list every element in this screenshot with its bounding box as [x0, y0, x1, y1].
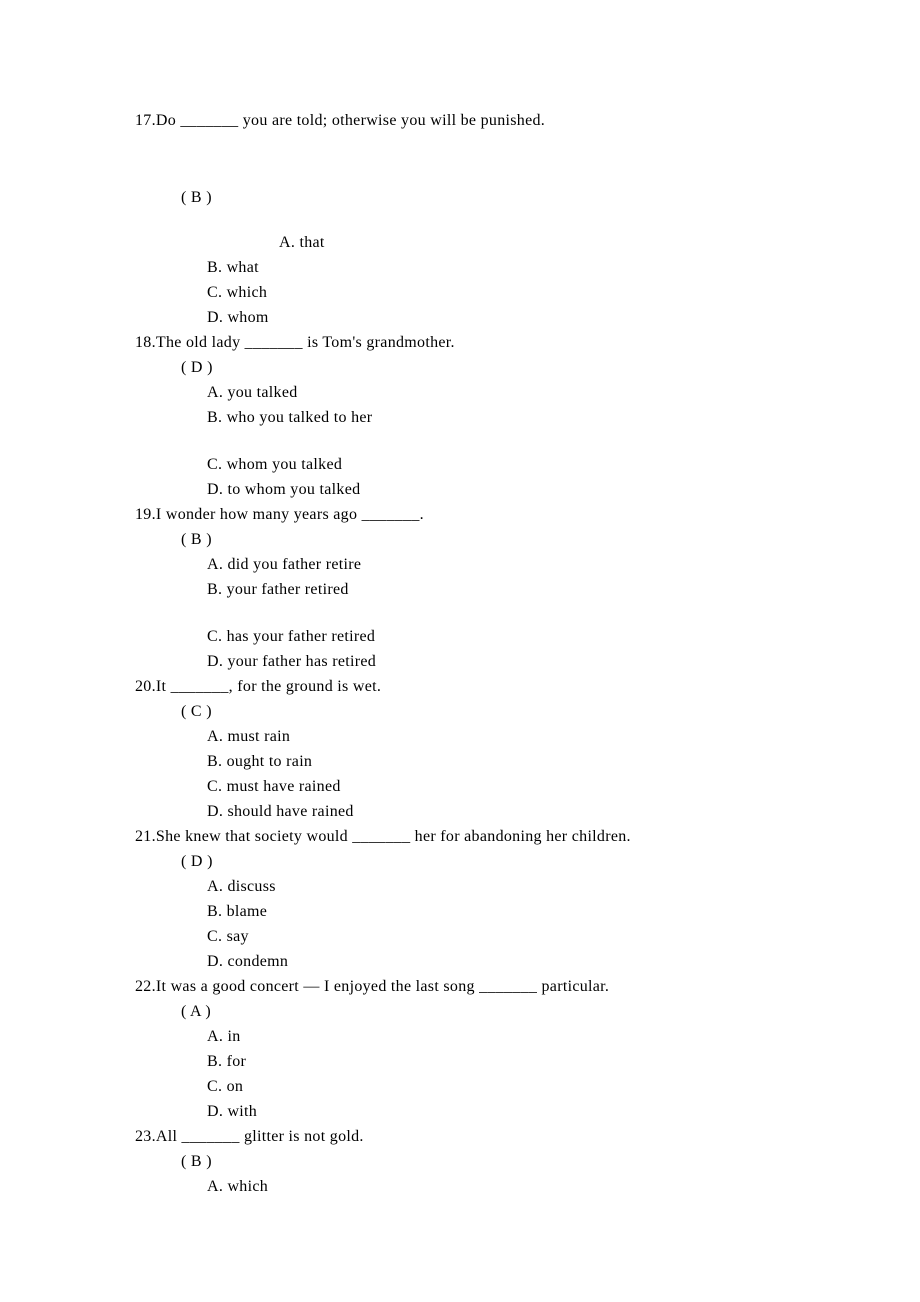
question-19-option-c: C. has your father retired	[207, 624, 785, 649]
question-22-text: 22.It was a good concert — I enjoyed the…	[135, 974, 785, 999]
question-22-option-b: B. for	[207, 1049, 785, 1074]
question-21-option-a: A. discuss	[207, 874, 785, 899]
question-21-answer: ( D )	[181, 849, 785, 874]
question-19-options: A. did you father retire B. your father …	[207, 552, 785, 674]
question-17-option-d: D. whom	[207, 305, 785, 330]
question-23-option-a: A. which	[207, 1174, 785, 1199]
question-17-text: 17.Do _______ you are told; otherwise yo…	[135, 108, 785, 133]
question-19-answer: ( B )	[181, 527, 785, 552]
question-17-option-c: C. which	[207, 280, 785, 305]
question-17-option-b: B. what	[207, 255, 785, 280]
question-19-num: 19.	[135, 506, 156, 523]
question-23-text: 23.All _______ glitter is not gold.	[135, 1124, 785, 1149]
question-17-answer: ( B )	[181, 185, 785, 210]
question-20-answer: ( C )	[181, 699, 785, 724]
question-19-option-d: D. your father has retired	[207, 649, 785, 674]
question-20-num: 20.	[135, 678, 156, 695]
question-19-text: 19.I wonder how many years ago _______.	[135, 502, 785, 527]
question-22-option-c: C. on	[207, 1074, 785, 1099]
question-20-option-c: C. must have rained	[207, 774, 785, 799]
question-19-option-a: A. did you father retire	[207, 552, 785, 577]
question-17-options: A. that B. what C. which D. whom	[207, 230, 785, 330]
question-21-option-b: B. blame	[207, 899, 785, 924]
question-18-option-d: D. to whom you talked	[207, 477, 785, 502]
question-22-option-d: D. with	[207, 1099, 785, 1124]
question-21-text: 21.She knew that society would _______ h…	[135, 824, 785, 849]
question-20-option-d: D. should have rained	[207, 799, 785, 824]
question-21-options: A. discuss B. blame C. say D. condemn	[207, 874, 785, 974]
question-17-num: 17.	[135, 112, 156, 129]
question-20-option-b: B. ought to rain	[207, 749, 785, 774]
question-20-options: A. must rain B. ought to rain C. must ha…	[207, 724, 785, 824]
question-21-option-d: D. condemn	[207, 949, 785, 974]
question-18-num: 18.	[135, 334, 156, 351]
question-23-options: A. which	[207, 1174, 785, 1199]
question-18-answer: ( D )	[181, 355, 785, 380]
question-18-option-a: A. you talked	[207, 380, 785, 405]
question-18-text: 18.The old lady _______ is Tom's grandmo…	[135, 330, 785, 355]
question-20-option-a: A. must rain	[207, 724, 785, 749]
question-21-num: 21.	[135, 828, 156, 845]
question-19-option-b: B. your father retired	[207, 577, 785, 602]
question-17-option-a: A. that	[279, 230, 785, 255]
question-22-answer: ( A )	[181, 999, 785, 1024]
question-23-num: 23.	[135, 1128, 156, 1145]
question-21-option-c: C. say	[207, 924, 785, 949]
question-22-num: 22.	[135, 978, 156, 995]
question-18-option-b: B. who you talked to her	[207, 405, 785, 430]
question-18-option-c: C. whom you talked	[207, 452, 785, 477]
question-20-text: 20.It _______, for the ground is wet.	[135, 674, 785, 699]
question-22-options: A. in B. for C. on D. with	[207, 1024, 785, 1124]
question-22-option-a: A. in	[207, 1024, 785, 1049]
question-23-answer: ( B )	[181, 1149, 785, 1174]
question-18-options: A. you talked B. who you talked to her C…	[207, 380, 785, 502]
